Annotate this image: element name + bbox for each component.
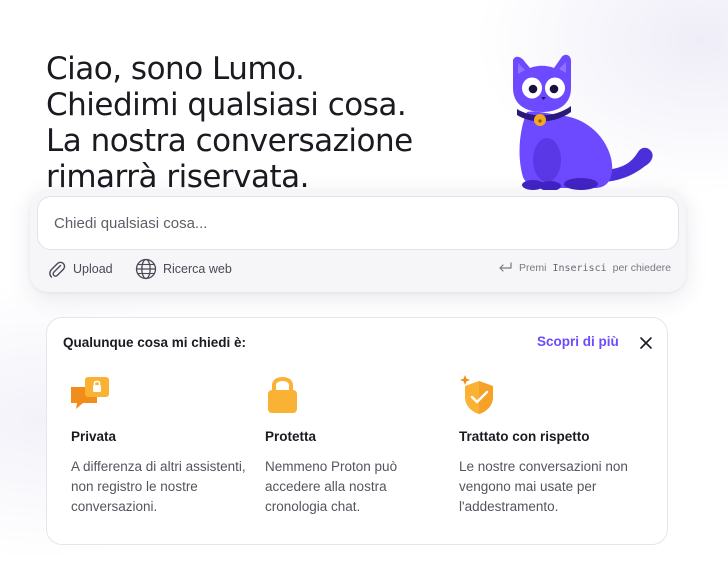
feature-description: A differenza di altri assistenti, non re…: [71, 459, 246, 514]
learn-more-link[interactable]: Scopri di più: [537, 334, 619, 349]
upload-button[interactable]: Upload: [47, 258, 113, 280]
hero-line-3: La nostra conversazione: [46, 123, 413, 159]
globe-icon: [135, 258, 157, 280]
lumo-cat-mascot: [513, 54, 653, 191]
feature-description: Le nostre conversazioni non vengono mai …: [459, 459, 628, 514]
web-search-button[interactable]: Ricerca web: [135, 258, 232, 280]
card-title: Qualunque cosa mi chiedi è:: [63, 335, 247, 350]
upload-label: Upload: [73, 262, 113, 276]
hint-suffix: per chiedere: [612, 262, 671, 274]
chat-composer: Upload Ricerca web Premi Inserisci per c…: [30, 190, 686, 292]
close-card-button[interactable]: [635, 332, 657, 354]
hero-line-1: Ciao, sono Lumo.: [46, 51, 305, 87]
web-search-label: Ricerca web: [163, 262, 232, 276]
feature-private: Privata A differenza di altri assistenti…: [71, 373, 256, 517]
feature-title: Trattato con rispetto: [459, 429, 590, 444]
feature-protected: Protetta Nemmeno Proton può accedere all…: [265, 373, 450, 517]
paperclip-icon: [49, 261, 66, 278]
hint-prefix: Premi: [519, 262, 547, 274]
chat-input[interactable]: [37, 196, 679, 250]
hero-heading: Ciao, sono Lumo. Chiedimi qualsiasi cosa…: [46, 51, 486, 195]
shield-check-icon: [460, 375, 493, 414]
hero-line-2: Chiedimi qualsiasi cosa.: [46, 87, 407, 123]
feature-respected: Trattato con rispetto Le nostre conversa…: [459, 373, 644, 517]
feature-description: Nemmeno Proton può accedere alla nostra …: [265, 459, 398, 514]
hint-key: Inserisci: [552, 262, 607, 274]
private-chat-lock-icon: [71, 377, 109, 409]
enter-key-icon: [499, 262, 512, 272]
close-icon: [640, 337, 652, 349]
privacy-info-card: Qualunque cosa mi chiedi è: Scopri di pi…: [46, 317, 668, 545]
feature-title: Privata: [71, 429, 117, 444]
feature-title: Protetta: [265, 429, 317, 444]
padlock-icon: [268, 377, 297, 413]
submit-hint: Premi Inserisci per chiedere: [497, 262, 671, 274]
